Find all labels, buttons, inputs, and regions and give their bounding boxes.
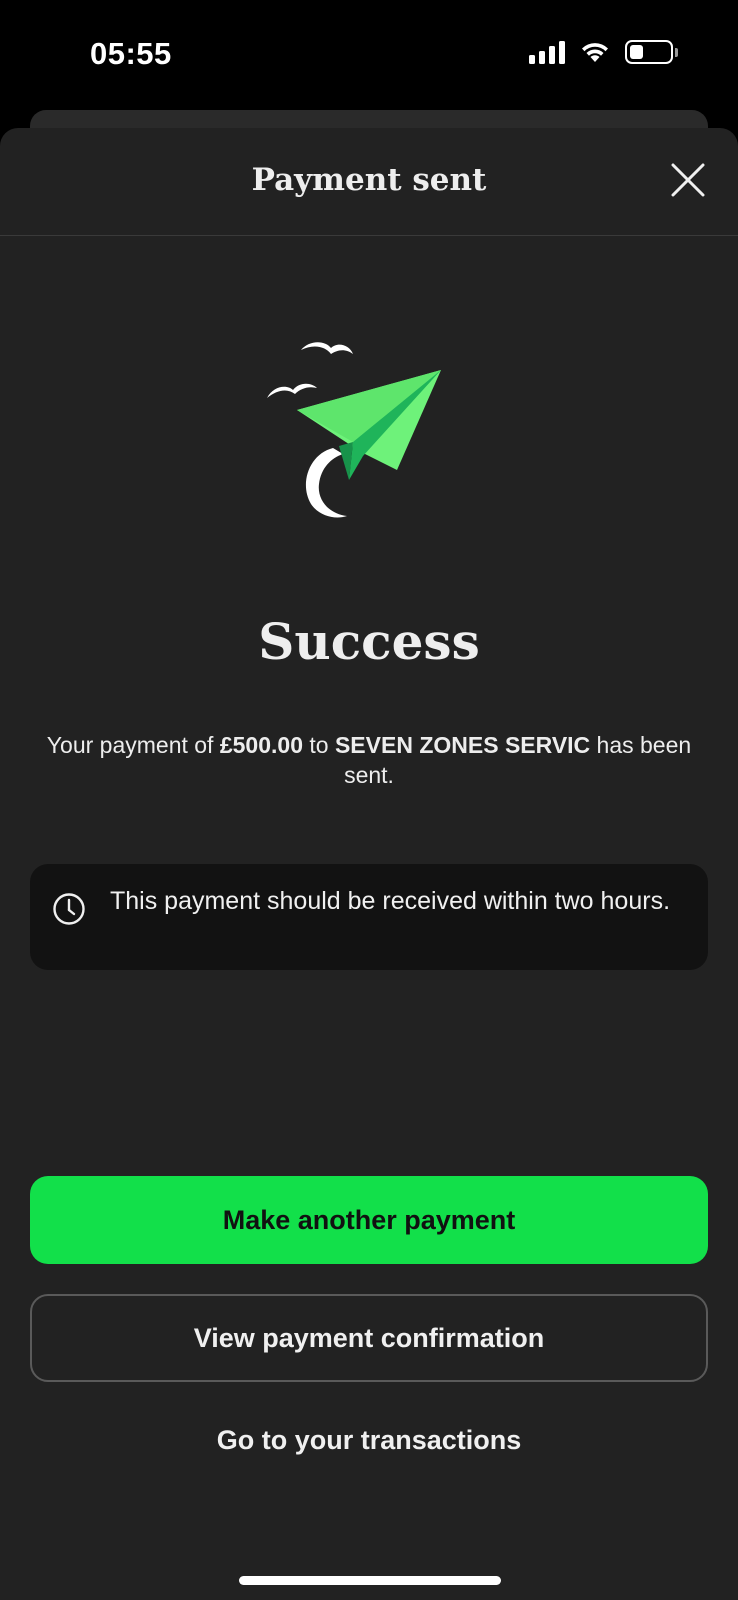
status-icons xyxy=(529,40,678,64)
close-icon xyxy=(671,163,705,197)
status-bar: 05:55 xyxy=(0,0,738,108)
payment-sent-sheet: Payment sent Success Your payment of £50… xyxy=(0,128,738,1600)
signal-icon xyxy=(529,40,565,64)
message-prefix: Your payment of xyxy=(46,732,220,758)
payment-amount: £500.00 xyxy=(219,732,303,758)
status-time: 05:55 xyxy=(90,36,172,71)
delivery-info-text: This payment should be received within t… xyxy=(110,887,671,915)
sheet-header: Payment sent xyxy=(0,128,738,236)
sheet-title: Payment sent xyxy=(251,162,487,198)
payee-name: SEVEN ZONES SERVIC xyxy=(334,732,591,758)
view-payment-confirmation-button[interactable]: View payment confirmation xyxy=(30,1294,708,1382)
home-indicator[interactable] xyxy=(239,1576,501,1585)
delivery-info-box: This payment should be received within t… xyxy=(30,864,708,970)
payment-message: Your payment of £500.00 to SEVEN ZONES S… xyxy=(30,730,708,790)
battery-icon xyxy=(625,40,678,64)
success-title: Success xyxy=(258,612,480,671)
close-button[interactable] xyxy=(668,160,708,200)
wifi-icon xyxy=(582,43,608,62)
message-middle: to xyxy=(302,732,335,758)
clock-icon xyxy=(53,893,85,925)
make-another-payment-button[interactable]: Make another payment xyxy=(30,1176,708,1264)
go-to-transactions-link[interactable]: Go to your transactions xyxy=(30,1410,708,1470)
paper-plane-icon xyxy=(267,342,441,518)
